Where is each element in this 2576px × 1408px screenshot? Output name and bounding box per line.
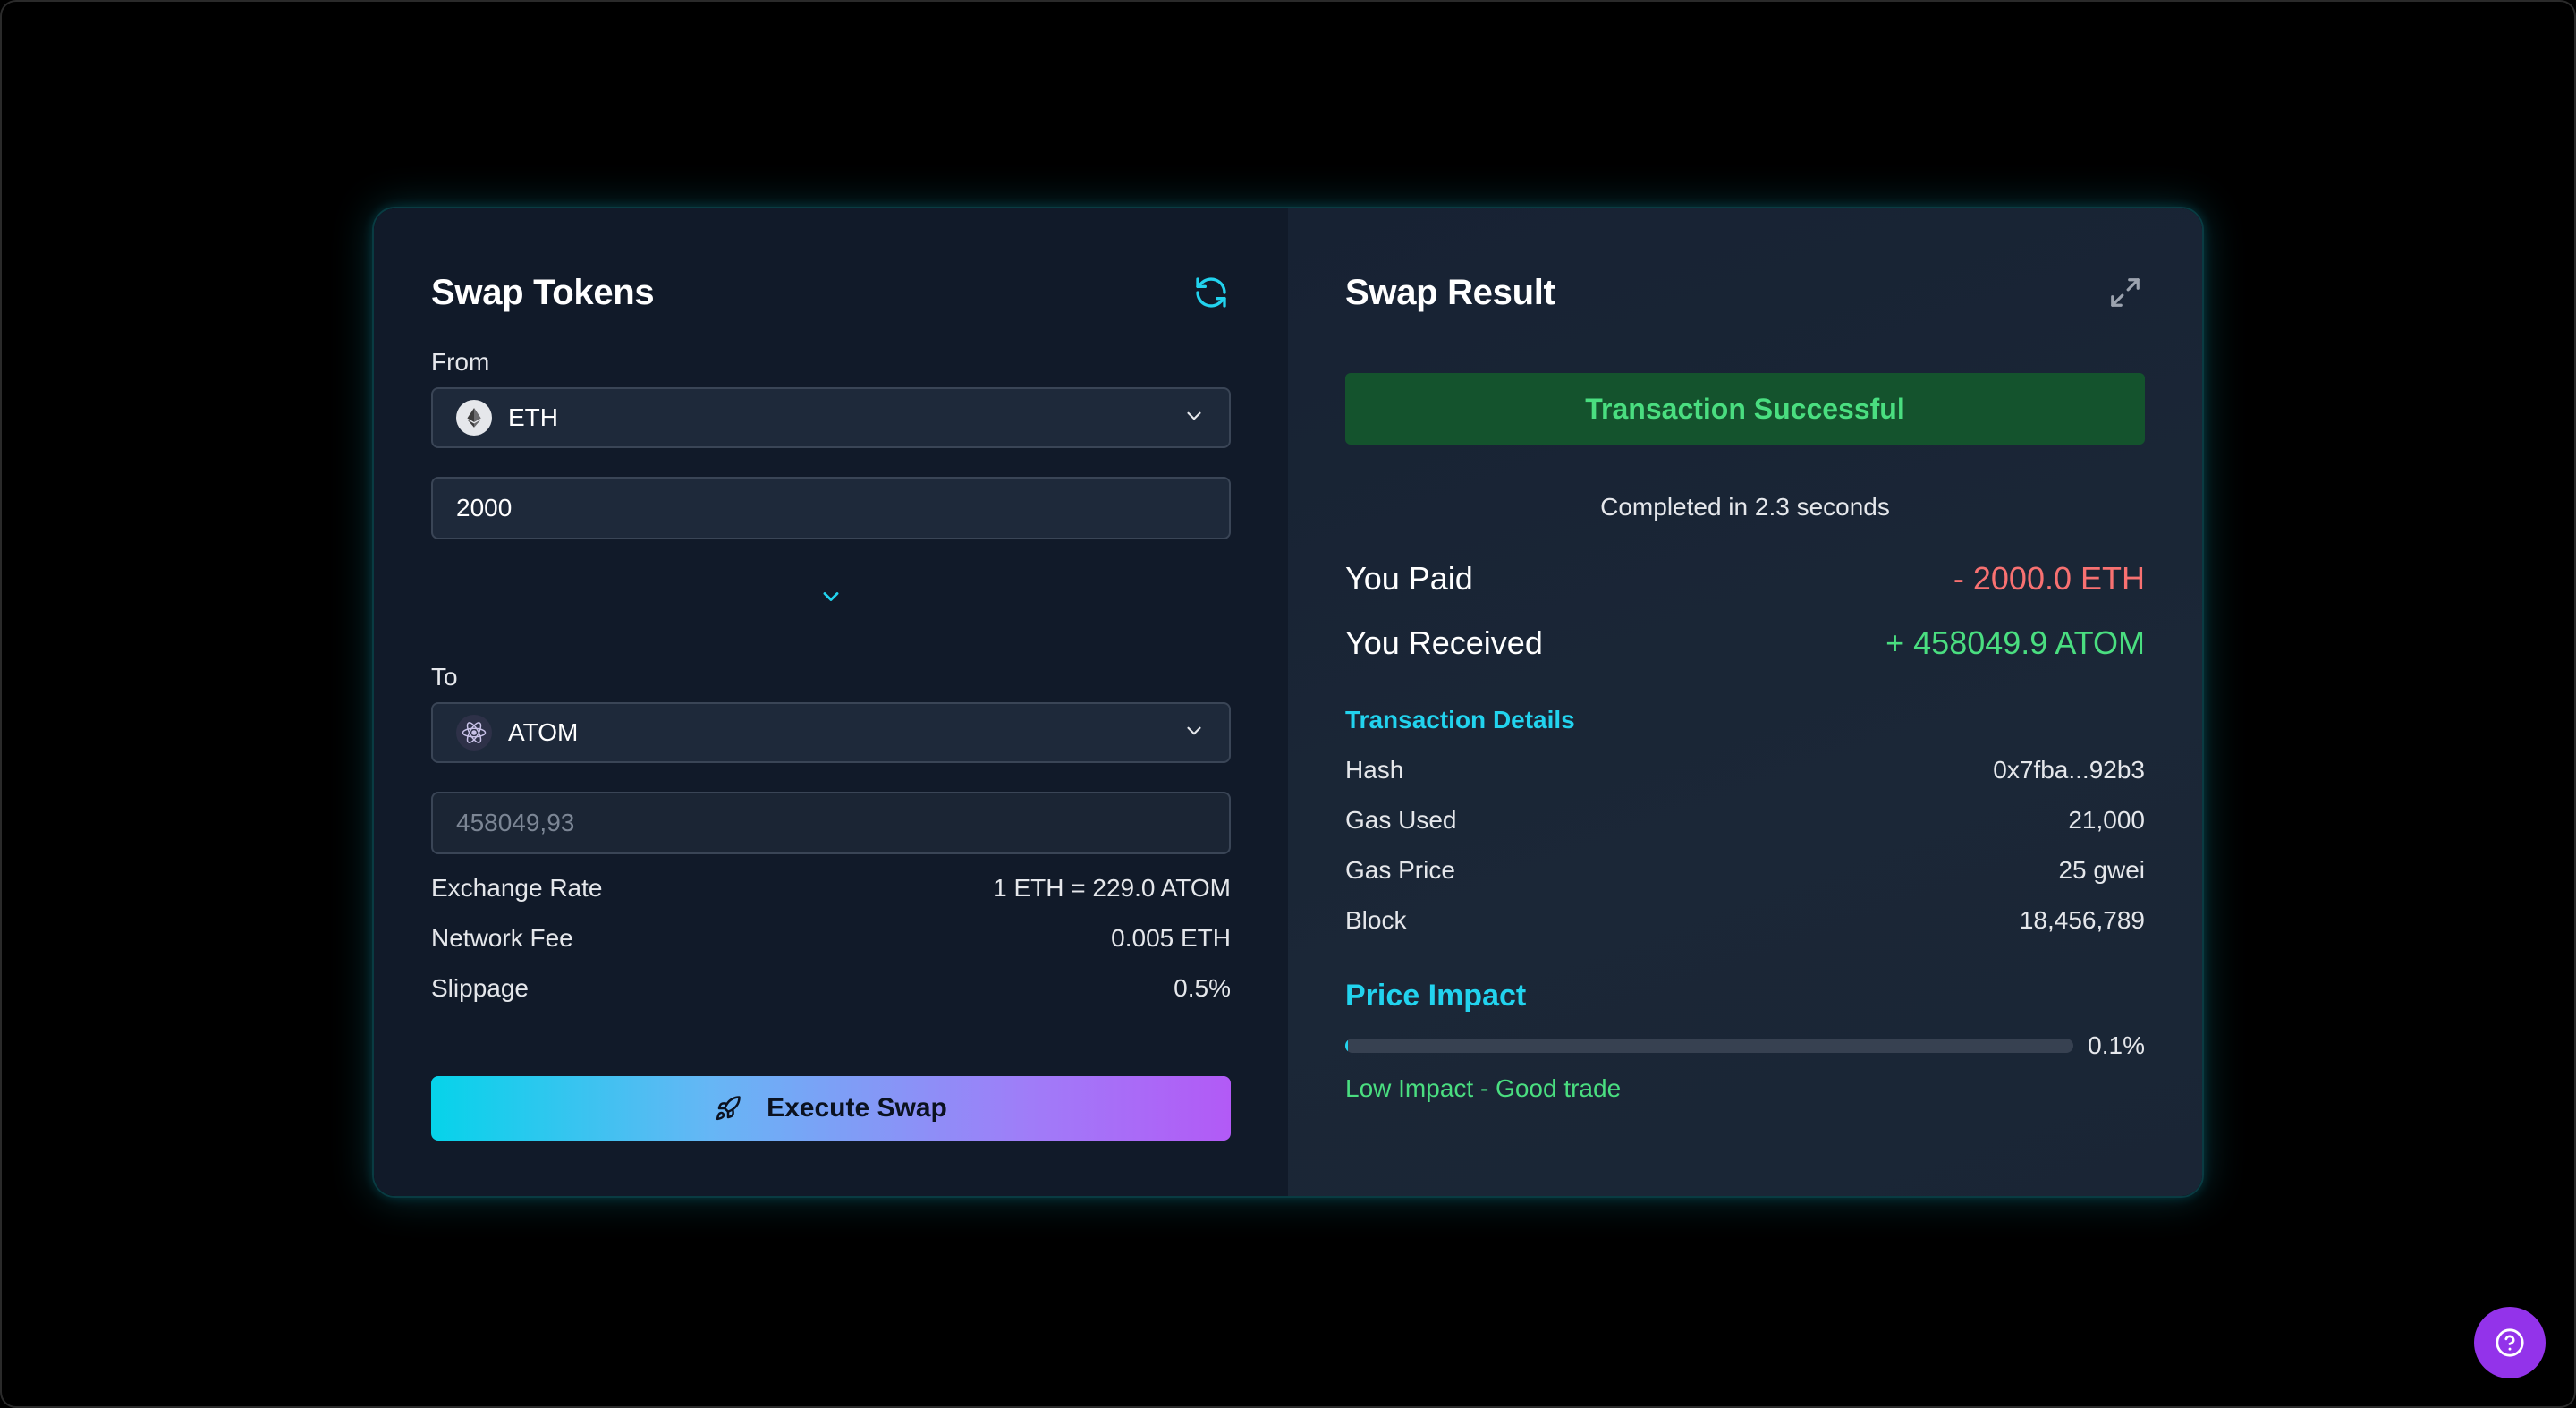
execute-swap-label: Execute Swap (767, 1093, 947, 1123)
network-fee-value: 0.005 ETH (1111, 924, 1231, 952)
detail-row: Block 18,456,789 (1345, 895, 2145, 946)
paid-value: - 2000.0 ETH (1953, 560, 2145, 597)
page: Swap Tokens From ETH 2000 To ATOM 458049… (0, 0, 2576, 1408)
exchange-rate-row: Exchange Rate 1 ETH = 229.0 ATOM (431, 863, 1231, 913)
chevron-down-icon (1182, 404, 1206, 432)
to-token-label: ATOM (508, 718, 579, 746)
exchange-rate-value: 1 ETH = 229.0 ATOM (993, 874, 1231, 902)
network-fee-label: Network Fee (431, 924, 573, 952)
expand-icon[interactable] (2106, 273, 2145, 312)
result-panel: Swap Result Transaction Successful Compl… (1288, 208, 2202, 1196)
received-value: + 458049.9 ATOM (1885, 624, 2145, 661)
details-title: Transaction Details (1345, 706, 1575, 734)
impact-progress: 0.1% (1345, 1028, 2145, 1064)
impact-text: Low Impact - Good trade (1345, 1074, 1622, 1102)
gas-price-value: 25 gwei (2058, 856, 2145, 884)
swap-direction-icon[interactable] (811, 577, 851, 616)
hash-label: Hash (1345, 756, 1404, 784)
slippage-value: 0.5% (1174, 974, 1231, 1002)
network-fee-row: Network Fee 0.005 ETH (431, 913, 1231, 963)
slippage-row: Slippage 0.5% (431, 963, 1231, 1014)
chevron-down-icon (1182, 719, 1206, 747)
hash-value: 0x7fba...92b3 (1993, 756, 2145, 784)
result-header: Swap Result (1345, 266, 2145, 319)
detail-row: Hash 0x7fba...92b3 (1345, 745, 2145, 795)
gas-price-label: Gas Price (1345, 856, 1455, 884)
from-amount-input[interactable]: 2000 (431, 477, 1231, 539)
from-token-label: ETH (508, 403, 558, 431)
eth-icon (456, 400, 492, 436)
block-label: Block (1345, 906, 1407, 934)
impact-value: 0.1% (2088, 1031, 2145, 1059)
from-token-select[interactable]: ETH (431, 387, 1231, 448)
received-label: You Received (1345, 624, 1543, 661)
refresh-icon[interactable] (1191, 273, 1231, 312)
from-label: From (431, 348, 490, 376)
to-label: To (431, 663, 458, 691)
paid-label: You Paid (1345, 560, 1473, 597)
completed-text: Completed in 2.3 seconds (1600, 493, 1890, 521)
exchange-rate-label: Exchange Rate (431, 874, 603, 902)
swap-header: Swap Tokens (431, 266, 1231, 319)
block-value: 18,456,789 (2019, 906, 2145, 934)
execute-swap-button[interactable]: Execute Swap (431, 1076, 1231, 1141)
received-row: You Received + 458049.9 ATOM (1345, 611, 2145, 675)
swap-card: Swap Tokens From ETH 2000 To ATOM 458049… (372, 207, 2204, 1198)
impact-progress-track (1345, 1039, 2073, 1053)
to-token-select[interactable]: ATOM (431, 702, 1231, 763)
status-banner: Transaction Successful (1345, 373, 2145, 445)
atom-icon (456, 715, 492, 751)
impact-title: Price Impact (1345, 979, 1527, 1013)
result-title: Swap Result (1345, 273, 1555, 312)
slippage-label: Slippage (431, 974, 529, 1002)
rocket-icon (715, 1095, 754, 1122)
swap-panel: Swap Tokens From ETH 2000 To ATOM 458049… (374, 208, 1288, 1196)
help-icon (2495, 1327, 2525, 1358)
detail-row: Gas Used 21,000 (1345, 795, 2145, 845)
help-button[interactable] (2474, 1307, 2546, 1378)
swap-title: Swap Tokens (431, 273, 655, 312)
gas-used-value: 21,000 (2068, 806, 2145, 834)
gas-used-label: Gas Used (1345, 806, 1457, 834)
to-amount-input[interactable]: 458049,93 (431, 792, 1231, 854)
paid-row: You Paid - 2000.0 ETH (1345, 547, 2145, 611)
impact-progress-fill (1345, 1039, 1349, 1053)
detail-row: Gas Price 25 gwei (1345, 845, 2145, 895)
